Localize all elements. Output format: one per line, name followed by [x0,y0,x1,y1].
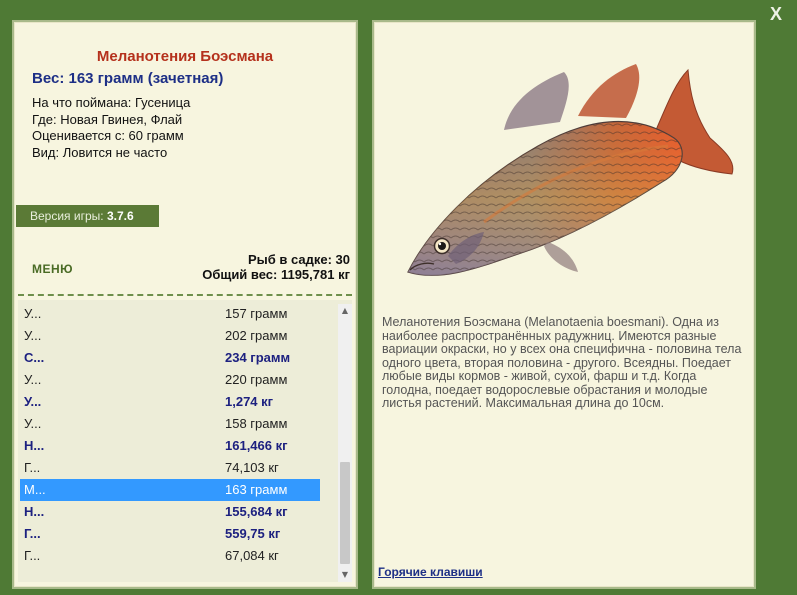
list-item-weight: 155,684 кг [225,504,288,519]
list-item[interactable]: У... 202 грамм [20,325,320,347]
fish-info-panel: Меланотения Боэсмана Вес: 163 грамм (зач… [12,20,358,589]
fish-image [407,64,734,276]
list-item-weight: 161,466 кг [225,438,288,453]
list-item[interactable]: У... 1,274 кг [20,391,320,413]
arrow-up-icon[interactable]: ▲ [338,304,352,318]
list-item-weight: 158 грамм [225,416,288,431]
list-item-weight: 234 грамм [225,350,291,365]
total-weight: Общий вес: 1195,781 кг [202,267,350,282]
list-item-weight: 202 грамм [225,328,288,343]
list-item-weight: 67,084 кг [225,548,279,563]
catch-stats: Рыб в садке: 30 Общий вес: 1195,781 кг [202,252,350,282]
version-label: Версия игры: [30,209,104,223]
list-item-name: У... [24,328,42,343]
scrollbar-thumb[interactable] [340,462,350,564]
catch-list[interactable]: У... 157 грамм У... 202 грамм С... 234 грамм У… [18,300,352,582]
list-item-weight: 163 грамм [225,482,288,497]
menu-button[interactable]: МЕНЮ [32,262,73,276]
list-item-weight: 157 грамм [225,306,288,321]
list-item-weight: 559,75 кг [225,526,281,541]
list-item-name: У... [24,372,42,387]
list-item[interactable]: Н... 155,684 кг [20,501,320,523]
list-item-name: Г... [24,460,41,475]
list-item-selected[interactable]: М... 163 грамм [20,479,320,501]
scrollbar[interactable]: ▲ ▼ [338,304,352,582]
version-value: 3.7.6 [106,209,134,223]
info-location: Где: Новая Гвинея, Флай [32,111,183,127]
fish-weight: Вес: 163 грамм (зачетная) [32,70,224,87]
close-button[interactable]: X [770,4,782,25]
list-item-name: Н... [24,504,45,519]
list-item[interactable]: У... 220 грамм [20,369,320,391]
list-item-name: С... [24,350,45,365]
hotkeys-link[interactable]: Горячие клавиши [378,565,483,579]
list-item-weight: 74,103 кг [225,460,279,475]
list-item-name: Н... [24,438,45,453]
fish-title: Меланотения Боэсмана [96,48,274,65]
list-item-name: У... [24,306,42,321]
fish-info: На что поймана: Гусеница Где: Новая Гвин… [32,95,190,161]
close-icon: X [770,4,783,24]
arrow-down-icon[interactable]: ▼ [338,568,352,582]
list-item[interactable]: У... 157 грамм [20,303,320,325]
list-item[interactable]: Н... 161,466 кг [20,435,320,457]
list-item-name: Г... [24,526,41,541]
info-min-weight: Оценивается с: 60 грамм [32,128,184,143]
list-item[interactable]: Г... 559,75 кг [20,523,320,545]
version-bar: Версия игры: 3.7.6 [16,205,159,227]
list-item-name: У... [24,416,42,431]
fish-detail-panel: Меланотения Боэсмана (Melanotaenia boesm… [372,20,756,589]
list-item-weight: 220 грамм [225,372,288,387]
list-item-weight: 1,274 кг [225,394,274,409]
list-item-name: У... [24,394,42,409]
list-item[interactable]: Г... 67,084 кг [20,545,320,567]
divider [18,294,352,296]
info-rarity: Вид: Ловится не часто [32,144,168,160]
list-item[interactable]: Г... 74,103 кг [20,457,320,479]
info-bait: На что поймана: Гусеница [32,95,191,110]
list-item-name: Г... [24,548,41,563]
list-item[interactable]: С... 234 грамм [20,347,320,369]
fish-description: Меланотения Боэсмана (Melanotaenia boesm… [382,315,742,410]
list-item[interactable]: У... 158 грамм [20,413,320,435]
fish-count: Рыб в садке: 30 [247,252,350,267]
list-item-name: М... [24,482,46,497]
